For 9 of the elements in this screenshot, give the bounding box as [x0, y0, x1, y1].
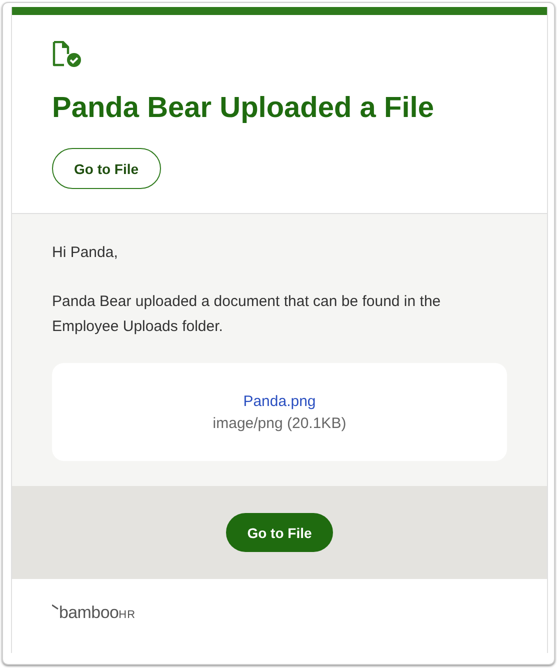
file-meta: image/png (20.1KB) [212, 414, 346, 432]
message-text: Panda Bear uploaded a document that can be found in the Employee Uploads folder. [52, 292, 442, 337]
file-check-icon [52, 41, 83, 68]
go-to-file-button[interactable]: Go to File [52, 148, 161, 189]
bamboohr-logo: bambooHR [52, 603, 136, 622]
go-to-file-button[interactable]: Go to File [226, 513, 333, 552]
email-title: Panda Bear Uploaded a File [52, 91, 434, 126]
greeting-text: Hi Panda, [52, 243, 119, 263]
file-link[interactable]: Panda.png [243, 392, 316, 410]
